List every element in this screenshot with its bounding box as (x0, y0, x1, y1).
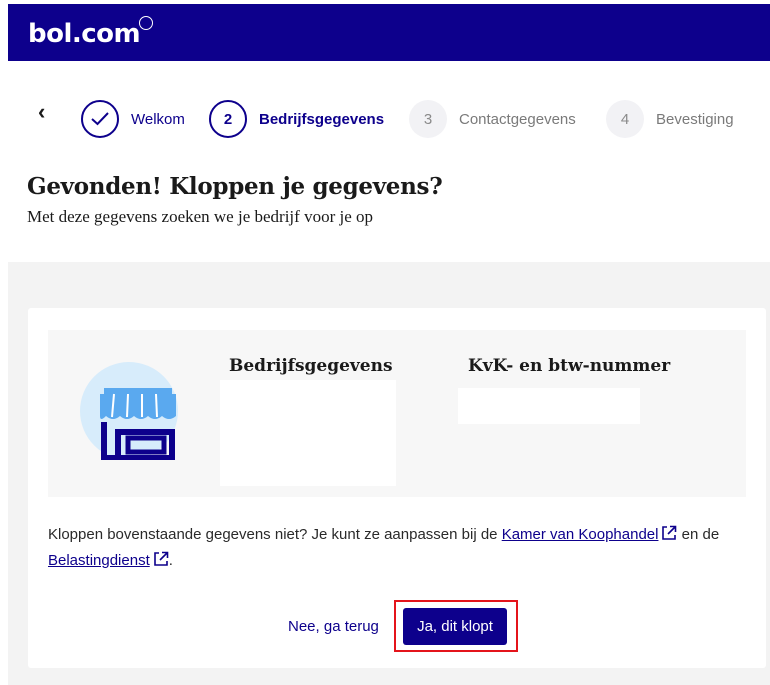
step-number: 2 (209, 100, 247, 138)
checkmark-icon (81, 100, 119, 138)
step-contactgegevens: 3 Contactgegevens (409, 99, 576, 139)
page-subtitle: Met deze gegevens zoeken we je bedrijf v… (27, 207, 373, 226)
step-label-bedrijfsgegevens: Bedrijfsgegevens (259, 110, 385, 128)
company-details-heading: Bedrijfsgegevens (229, 356, 393, 376)
note-text: . (168, 552, 173, 569)
progress-stepper: ‹ Welkom 2 Bedrijfsgegevens 3 Contactgeg… (0, 97, 770, 141)
company-details-placeholder (220, 380, 396, 486)
step-label-contactgegevens: Contactgegevens (459, 110, 576, 128)
shop-icon (100, 388, 176, 460)
step-label-welkom: Welkom (131, 110, 185, 128)
logo-mark-icon (139, 16, 153, 30)
kvk-link[interactable]: Kamer van Koophandel (502, 526, 659, 543)
external-link-icon[interactable] (153, 551, 169, 567)
note-text: Kloppen bovenstaande gegevens niet? Je k… (48, 526, 502, 543)
note-text: en de (677, 526, 720, 543)
kvk-btw-placeholder (458, 388, 640, 424)
belastingdienst-link[interactable]: Belastingdienst (48, 552, 150, 569)
step-bedrijfsgegevens: 2 Bedrijfsgegevens (209, 99, 384, 139)
kvk-btw-heading: KvK- en btw-nummer (468, 356, 671, 376)
page-title: Gevonden! Kloppen je gegevens? (27, 173, 443, 200)
step-label-bevestiging: Bevestiging (656, 110, 734, 128)
step-number: 3 (409, 100, 447, 138)
top-bar: bol.com (8, 4, 770, 61)
step-bevestiging: 4 Bevestiging (606, 99, 734, 139)
step-welkom: Welkom (81, 99, 185, 139)
bol-logo[interactable]: bol.com (28, 19, 141, 49)
step-number: 4 (606, 100, 644, 138)
go-back-button[interactable]: Nee, ga terug (288, 618, 379, 635)
external-link-icon[interactable] (661, 525, 677, 541)
correction-note: Kloppen bovenstaande gegevens niet? Je k… (48, 522, 748, 574)
back-chevron-icon[interactable]: ‹ (38, 99, 45, 125)
confirm-button[interactable]: Ja, dit klopt (403, 608, 507, 645)
